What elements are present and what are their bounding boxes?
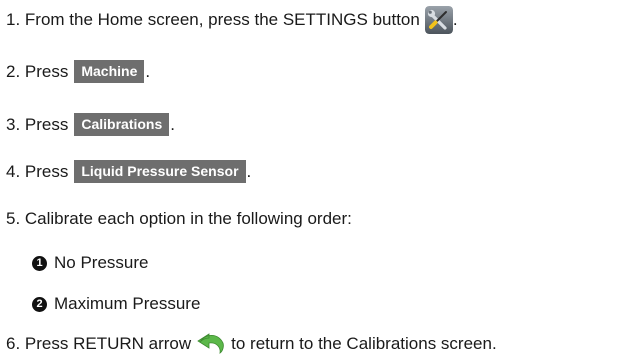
step-5-text: 5. Calibrate each option in the followin… bbox=[6, 209, 352, 228]
step-2: 2. Press Machine . bbox=[6, 60, 150, 83]
option-2: 2 Maximum Pressure bbox=[32, 293, 200, 315]
option-1-number-marker: 1 bbox=[32, 255, 47, 271]
step-1: 1. From the Home screen, press the SETTI… bbox=[6, 6, 458, 34]
machine-button-label: Machine bbox=[74, 60, 145, 83]
step-6-text-end: to return to the Calibrations screen. bbox=[231, 334, 497, 353]
step-6: 6. Press RETURN arrow to return to the C… bbox=[6, 333, 497, 355]
step-4-period: . bbox=[246, 161, 252, 181]
step-3-text: 3. Press bbox=[6, 114, 69, 134]
return-arrow-icon bbox=[196, 333, 226, 355]
option-1-label: No Pressure bbox=[54, 253, 149, 272]
step-4: 4. Press Liquid Pressure Sensor . bbox=[6, 160, 251, 183]
step-3: 3. Press Calibrations . bbox=[6, 113, 175, 136]
step-1-period: . bbox=[452, 10, 458, 29]
step-5: 5. Calibrate each option in the followin… bbox=[6, 208, 352, 230]
settings-tools-icon bbox=[424, 6, 453, 34]
option-2-number-marker: 2 bbox=[32, 296, 47, 312]
step-2-period: . bbox=[145, 61, 151, 81]
step-2-text: 2. Press bbox=[6, 61, 69, 81]
step-1-text: 1. From the Home screen, press the SETTI… bbox=[6, 10, 420, 29]
option-1: 1 No Pressure bbox=[32, 252, 148, 274]
step-4-text: 4. Press bbox=[6, 161, 69, 181]
calibrations-button-label: Calibrations bbox=[74, 113, 170, 136]
step-3-period: . bbox=[170, 114, 175, 134]
option-2-label: Maximum Pressure bbox=[54, 294, 201, 313]
step-6-text: 6. Press RETURN arrow bbox=[6, 334, 192, 353]
liquid-pressure-sensor-button-label: Liquid Pressure Sensor bbox=[74, 160, 246, 183]
